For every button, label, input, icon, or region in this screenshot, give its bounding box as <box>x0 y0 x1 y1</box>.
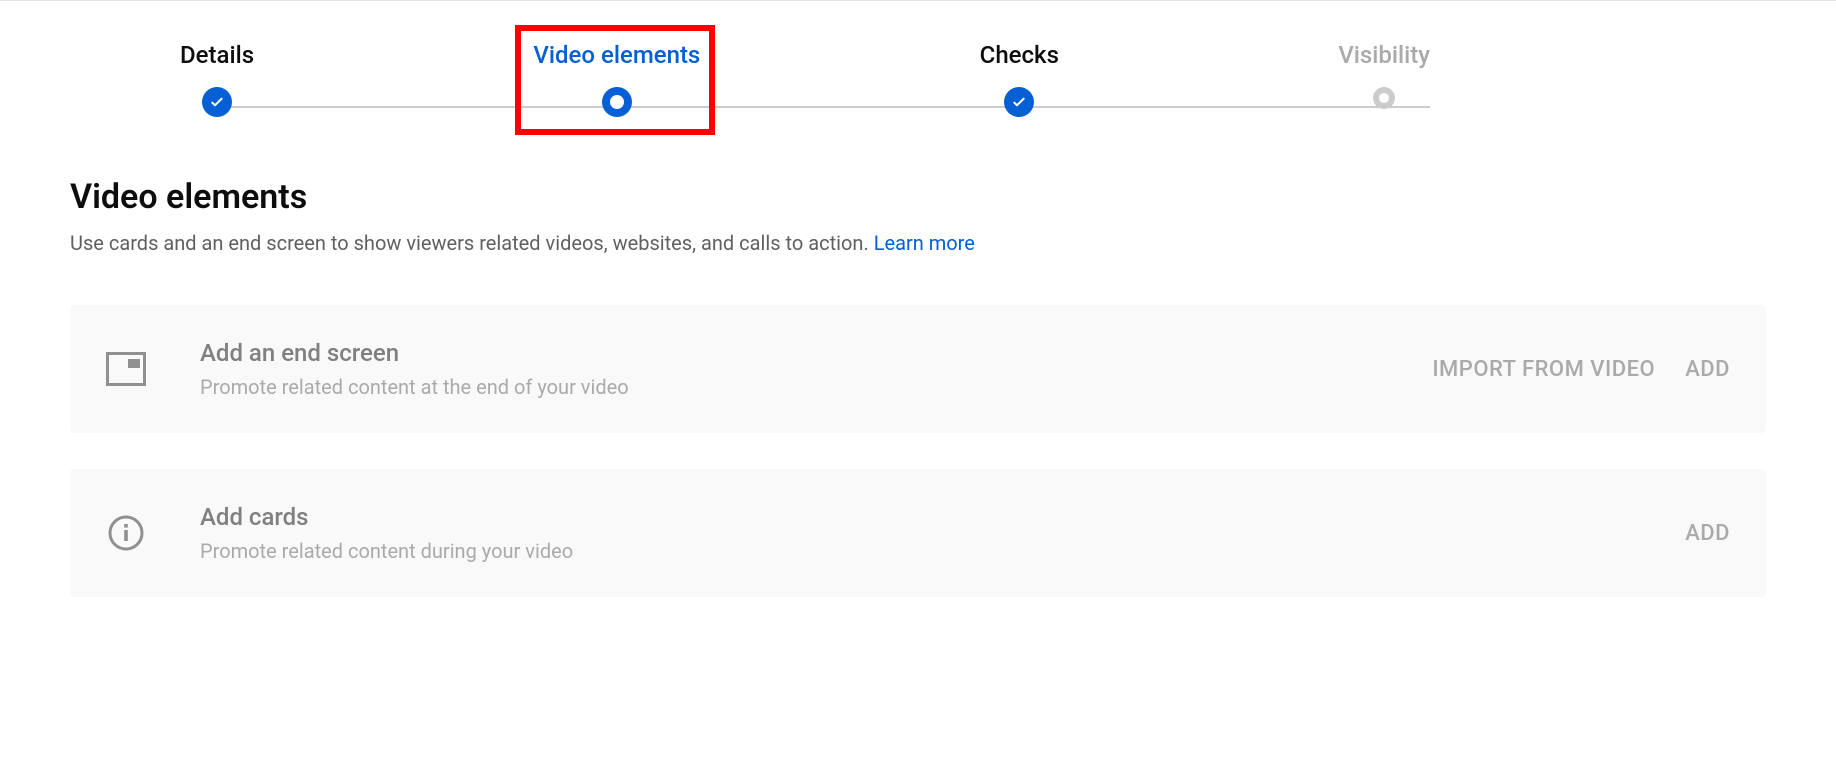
checkmark-icon <box>1011 94 1027 110</box>
add-cards-card: Add cards Promote related content during… <box>70 469 1766 597</box>
step-video-elements[interactable]: Video elements <box>533 41 700 117</box>
card-subtitle: Promote related content at the end of yo… <box>200 375 1432 399</box>
end-screen-icon <box>106 349 146 389</box>
card-subtitle: Promote related content during your vide… <box>200 539 1685 563</box>
step-visibility[interactable]: Visibility <box>1338 41 1430 117</box>
step-label: Checks <box>980 41 1059 69</box>
add-cards-button[interactable]: ADD <box>1685 521 1730 546</box>
stepper: Details Video elements Checks Visibility <box>180 41 1430 117</box>
checkmark-icon <box>209 94 225 110</box>
card-content: Add an end screen Promote related conten… <box>200 339 1432 399</box>
info-icon <box>106 513 146 553</box>
card-title: Add an end screen <box>200 339 1432 367</box>
learn-more-link[interactable]: Learn more <box>874 231 975 255</box>
step-checks[interactable]: Checks <box>980 41 1059 117</box>
card-actions: ADD <box>1685 521 1730 546</box>
step-label: Visibility <box>1338 41 1430 69</box>
step-circle-completed <box>202 87 232 117</box>
step-label: Video elements <box>533 41 700 69</box>
step-circle-disabled <box>1373 87 1395 109</box>
step-details[interactable]: Details <box>180 41 254 117</box>
step-circle-active <box>602 87 632 117</box>
stepper-container: Details Video elements Checks Visibility <box>0 1 1836 117</box>
content-area: Video elements Use cards and an end scre… <box>0 117 1836 597</box>
subtitle-text: Use cards and an end screen to show view… <box>70 231 874 255</box>
card-title: Add cards <box>200 503 1685 531</box>
card-content: Add cards Promote related content during… <box>200 503 1685 563</box>
add-end-screen-button[interactable]: ADD <box>1685 357 1730 382</box>
card-actions: IMPORT FROM VIDEO ADD <box>1432 357 1730 382</box>
page-title: Video elements <box>70 177 1766 217</box>
end-screen-card: Add an end screen Promote related conten… <box>70 305 1766 433</box>
page-subtitle: Use cards and an end screen to show view… <box>70 231 1766 255</box>
stepper-line <box>220 106 1430 108</box>
import-from-video-button[interactable]: IMPORT FROM VIDEO <box>1432 357 1655 382</box>
step-circle-completed <box>1004 87 1034 117</box>
step-label: Details <box>180 41 254 69</box>
